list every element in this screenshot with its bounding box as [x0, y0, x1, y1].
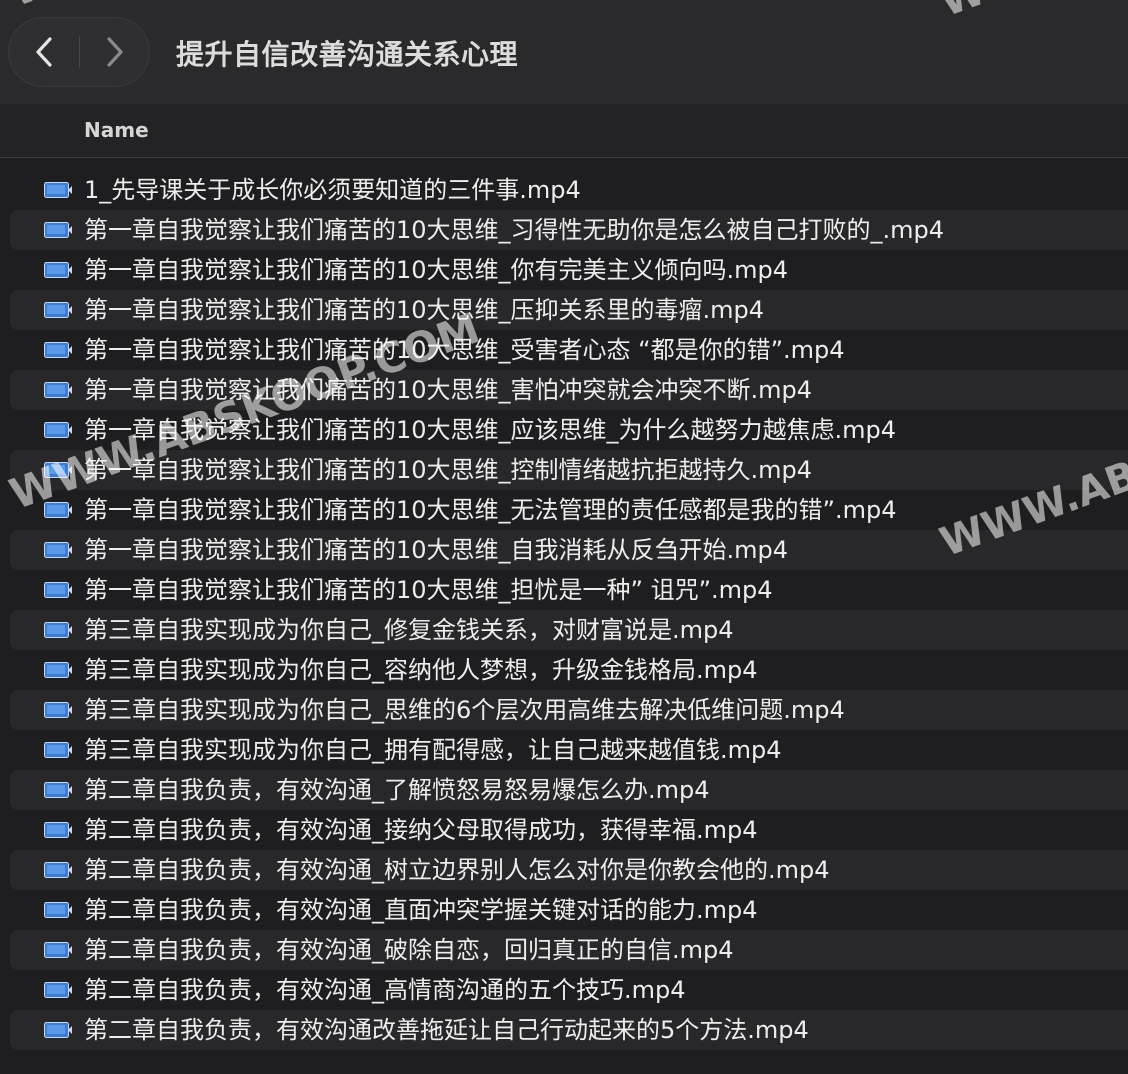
file-row[interactable]: 1_先导课关于成长你必须要知道的三件事.mp4 [10, 170, 1128, 210]
video-file-icon [44, 621, 72, 639]
file-row[interactable]: 第二章自我负责，有效沟通_直面冲突学握关键对话的能力.mp4 [10, 890, 1128, 930]
video-file-icon [44, 461, 72, 479]
file-name: 第一章自我觉察让我们痛苦的10大思维_压抑关系里的毒瘤.mp4 [84, 296, 765, 324]
video-file-icon [44, 701, 72, 719]
file-row[interactable]: 第一章自我觉察让我们痛苦的10大思维_你有完美主义倾向吗.mp4 [10, 250, 1128, 290]
file-list: 1_先导课关于成长你必须要知道的三件事.mp4 第一章自我觉察让我们痛苦的10大思… [0, 170, 1128, 1050]
file-name: 第一章自我觉察让我们痛苦的10大思维_害怕冲突就会冲突不断.mp4 [84, 376, 813, 404]
video-file-icon [44, 421, 72, 439]
file-name: 第二章自我负责，有效沟通_直面冲突学握关键对话的能力.mp4 [84, 896, 758, 924]
file-row[interactable]: 第二章自我负责，有效沟通_破除自恋，回归真正的自信.mp4 [10, 930, 1128, 970]
chevron-right-icon [107, 37, 123, 67]
file-name: 第一章自我觉察让我们痛苦的10大思维_无法管理的责任感都是我的错”.mp4 [84, 496, 897, 524]
file-row[interactable]: 第一章自我觉察让我们痛苦的10大思维_受害者心态 “都是你的错”.mp4 [10, 330, 1128, 370]
video-file-icon [44, 821, 72, 839]
window-title: 提升自信改善沟通关系心理 [176, 38, 519, 71]
chevron-left-icon [36, 37, 52, 67]
file-row[interactable]: 第二章自我负责，有效沟通_了解愤怒易怒易爆怎么办.mp4 [10, 770, 1128, 810]
file-name: 第一章自我觉察让我们痛苦的10大思维_你有完美主义倾向吗.mp4 [84, 256, 789, 284]
file-row[interactable]: 第三章自我实现成为你自己_拥有配得感，让自己越来越值钱.mp4 [10, 730, 1128, 770]
finder-window: 提升自信改善沟通关系心理 Name 1_先导课关于成长你必须要知道的三件事.mp… [0, 0, 1128, 1074]
column-header-row: Name [0, 104, 1128, 158]
file-name: 1_先导课关于成长你必须要知道的三件事.mp4 [84, 176, 581, 204]
video-file-icon [44, 981, 72, 999]
file-name: 第三章自我实现成为你自己_容纳他人梦想，升级金钱格局.mp4 [84, 656, 758, 684]
file-name: 第二章自我负责，有效沟通_了解愤怒易怒易爆怎么办.mp4 [84, 776, 710, 804]
file-name: 第二章自我负责，有效沟通_树立边界别人怎么对你是你教会他的.mp4 [84, 856, 830, 884]
file-row[interactable]: 第三章自我实现成为你自己_修复金钱关系，对财富说是.mp4 [10, 610, 1128, 650]
file-name: 第一章自我觉察让我们痛苦的10大思维_受害者心态 “都是你的错”.mp4 [84, 336, 845, 364]
file-name: 第三章自我实现成为你自己_修复金钱关系，对财富说是.mp4 [84, 616, 734, 644]
file-row[interactable]: 第一章自我觉察让我们痛苦的10大思维_害怕冲突就会冲突不断.mp4 [10, 370, 1128, 410]
video-file-icon [44, 301, 72, 319]
file-name: 第三章自我实现成为你自己_思维的6个层次用高维去解决低维问题.mp4 [84, 696, 845, 724]
video-file-icon [44, 541, 72, 559]
file-row[interactable]: 第一章自我觉察让我们痛苦的10大思维_习得性无助你是怎么被自己打败的_.mp4 [10, 210, 1128, 250]
video-file-icon [44, 661, 72, 679]
file-row[interactable]: 第一章自我觉察让我们痛苦的10大思维_压抑关系里的毒瘤.mp4 [10, 290, 1128, 330]
video-file-icon [44, 181, 72, 199]
video-file-icon [44, 261, 72, 279]
video-file-icon [44, 901, 72, 919]
file-name: 第二章自我负责，有效沟通_接纳父母取得成功，获得幸福.mp4 [84, 816, 758, 844]
file-name: 第一章自我觉察让我们痛苦的10大思维_控制情绪越抗拒越持久.mp4 [84, 456, 813, 484]
file-row[interactable]: 第二章自我负责，有效沟通改善拖延让自己行动起来的5个方法.mp4 [10, 1010, 1128, 1050]
navigation-button-group [8, 17, 150, 87]
video-file-icon [44, 581, 72, 599]
file-row[interactable]: 第二章自我负责，有效沟通_树立边界别人怎么对你是你教会他的.mp4 [10, 850, 1128, 890]
file-name: 第二章自我负责，有效沟通改善拖延让自己行动起来的5个方法.mp4 [84, 1016, 809, 1044]
video-file-icon [44, 741, 72, 759]
file-row[interactable]: 第一章自我觉察让我们痛苦的10大思维_应该思维_为什么越努力越焦虑.mp4 [10, 410, 1128, 450]
video-file-icon [44, 1021, 72, 1039]
file-row[interactable]: 第二章自我负责，有效沟通_高情商沟通的五个技巧.mp4 [10, 970, 1128, 1010]
forward-button[interactable] [80, 18, 150, 86]
column-header-name[interactable]: Name [84, 118, 149, 142]
file-row[interactable]: 第一章自我觉察让我们痛苦的10大思维_控制情绪越抗拒越持久.mp4 [10, 450, 1128, 490]
back-button[interactable] [9, 18, 79, 86]
file-name: 第一章自我觉察让我们痛苦的10大思维_担忧是一种” 诅咒”.mp4 [84, 576, 773, 604]
file-row[interactable]: 第三章自我实现成为你自己_容纳他人梦想，升级金钱格局.mp4 [10, 650, 1128, 690]
file-row[interactable]: 第一章自我觉察让我们痛苦的10大思维_担忧是一种” 诅咒”.mp4 [10, 570, 1128, 610]
file-name: 第一章自我觉察让我们痛苦的10大思维_应该思维_为什么越努力越焦虑.mp4 [84, 416, 897, 444]
file-name: 第一章自我觉察让我们痛苦的10大思维_自我消耗从反刍开始.mp4 [84, 536, 789, 564]
file-name: 第一章自我觉察让我们痛苦的10大思维_习得性无助你是怎么被自己打败的_.mp4 [84, 216, 945, 244]
file-row[interactable]: 第一章自我觉察让我们痛苦的10大思维_自我消耗从反刍开始.mp4 [10, 530, 1128, 570]
file-name: 第二章自我负责，有效沟通_高情商沟通的五个技巧.mp4 [84, 976, 686, 1004]
file-name: 第三章自我实现成为你自己_拥有配得感，让自己越来越值钱.mp4 [84, 736, 782, 764]
file-row[interactable]: 第二章自我负责，有效沟通_接纳父母取得成功，获得幸福.mp4 [10, 810, 1128, 850]
file-name: 第二章自我负责，有效沟通_破除自恋，回归真正的自信.mp4 [84, 936, 734, 964]
video-file-icon [44, 941, 72, 959]
video-file-icon [44, 501, 72, 519]
file-row[interactable]: 第一章自我觉察让我们痛苦的10大思维_无法管理的责任感都是我的错”.mp4 [10, 490, 1128, 530]
toolbar: 提升自信改善沟通关系心理 [0, 0, 1128, 104]
video-file-icon [44, 861, 72, 879]
video-file-icon [44, 221, 72, 239]
video-file-icon [44, 341, 72, 359]
file-row[interactable]: 第三章自我实现成为你自己_思维的6个层次用高维去解决低维问题.mp4 [10, 690, 1128, 730]
video-file-icon [44, 781, 72, 799]
video-file-icon [44, 381, 72, 399]
